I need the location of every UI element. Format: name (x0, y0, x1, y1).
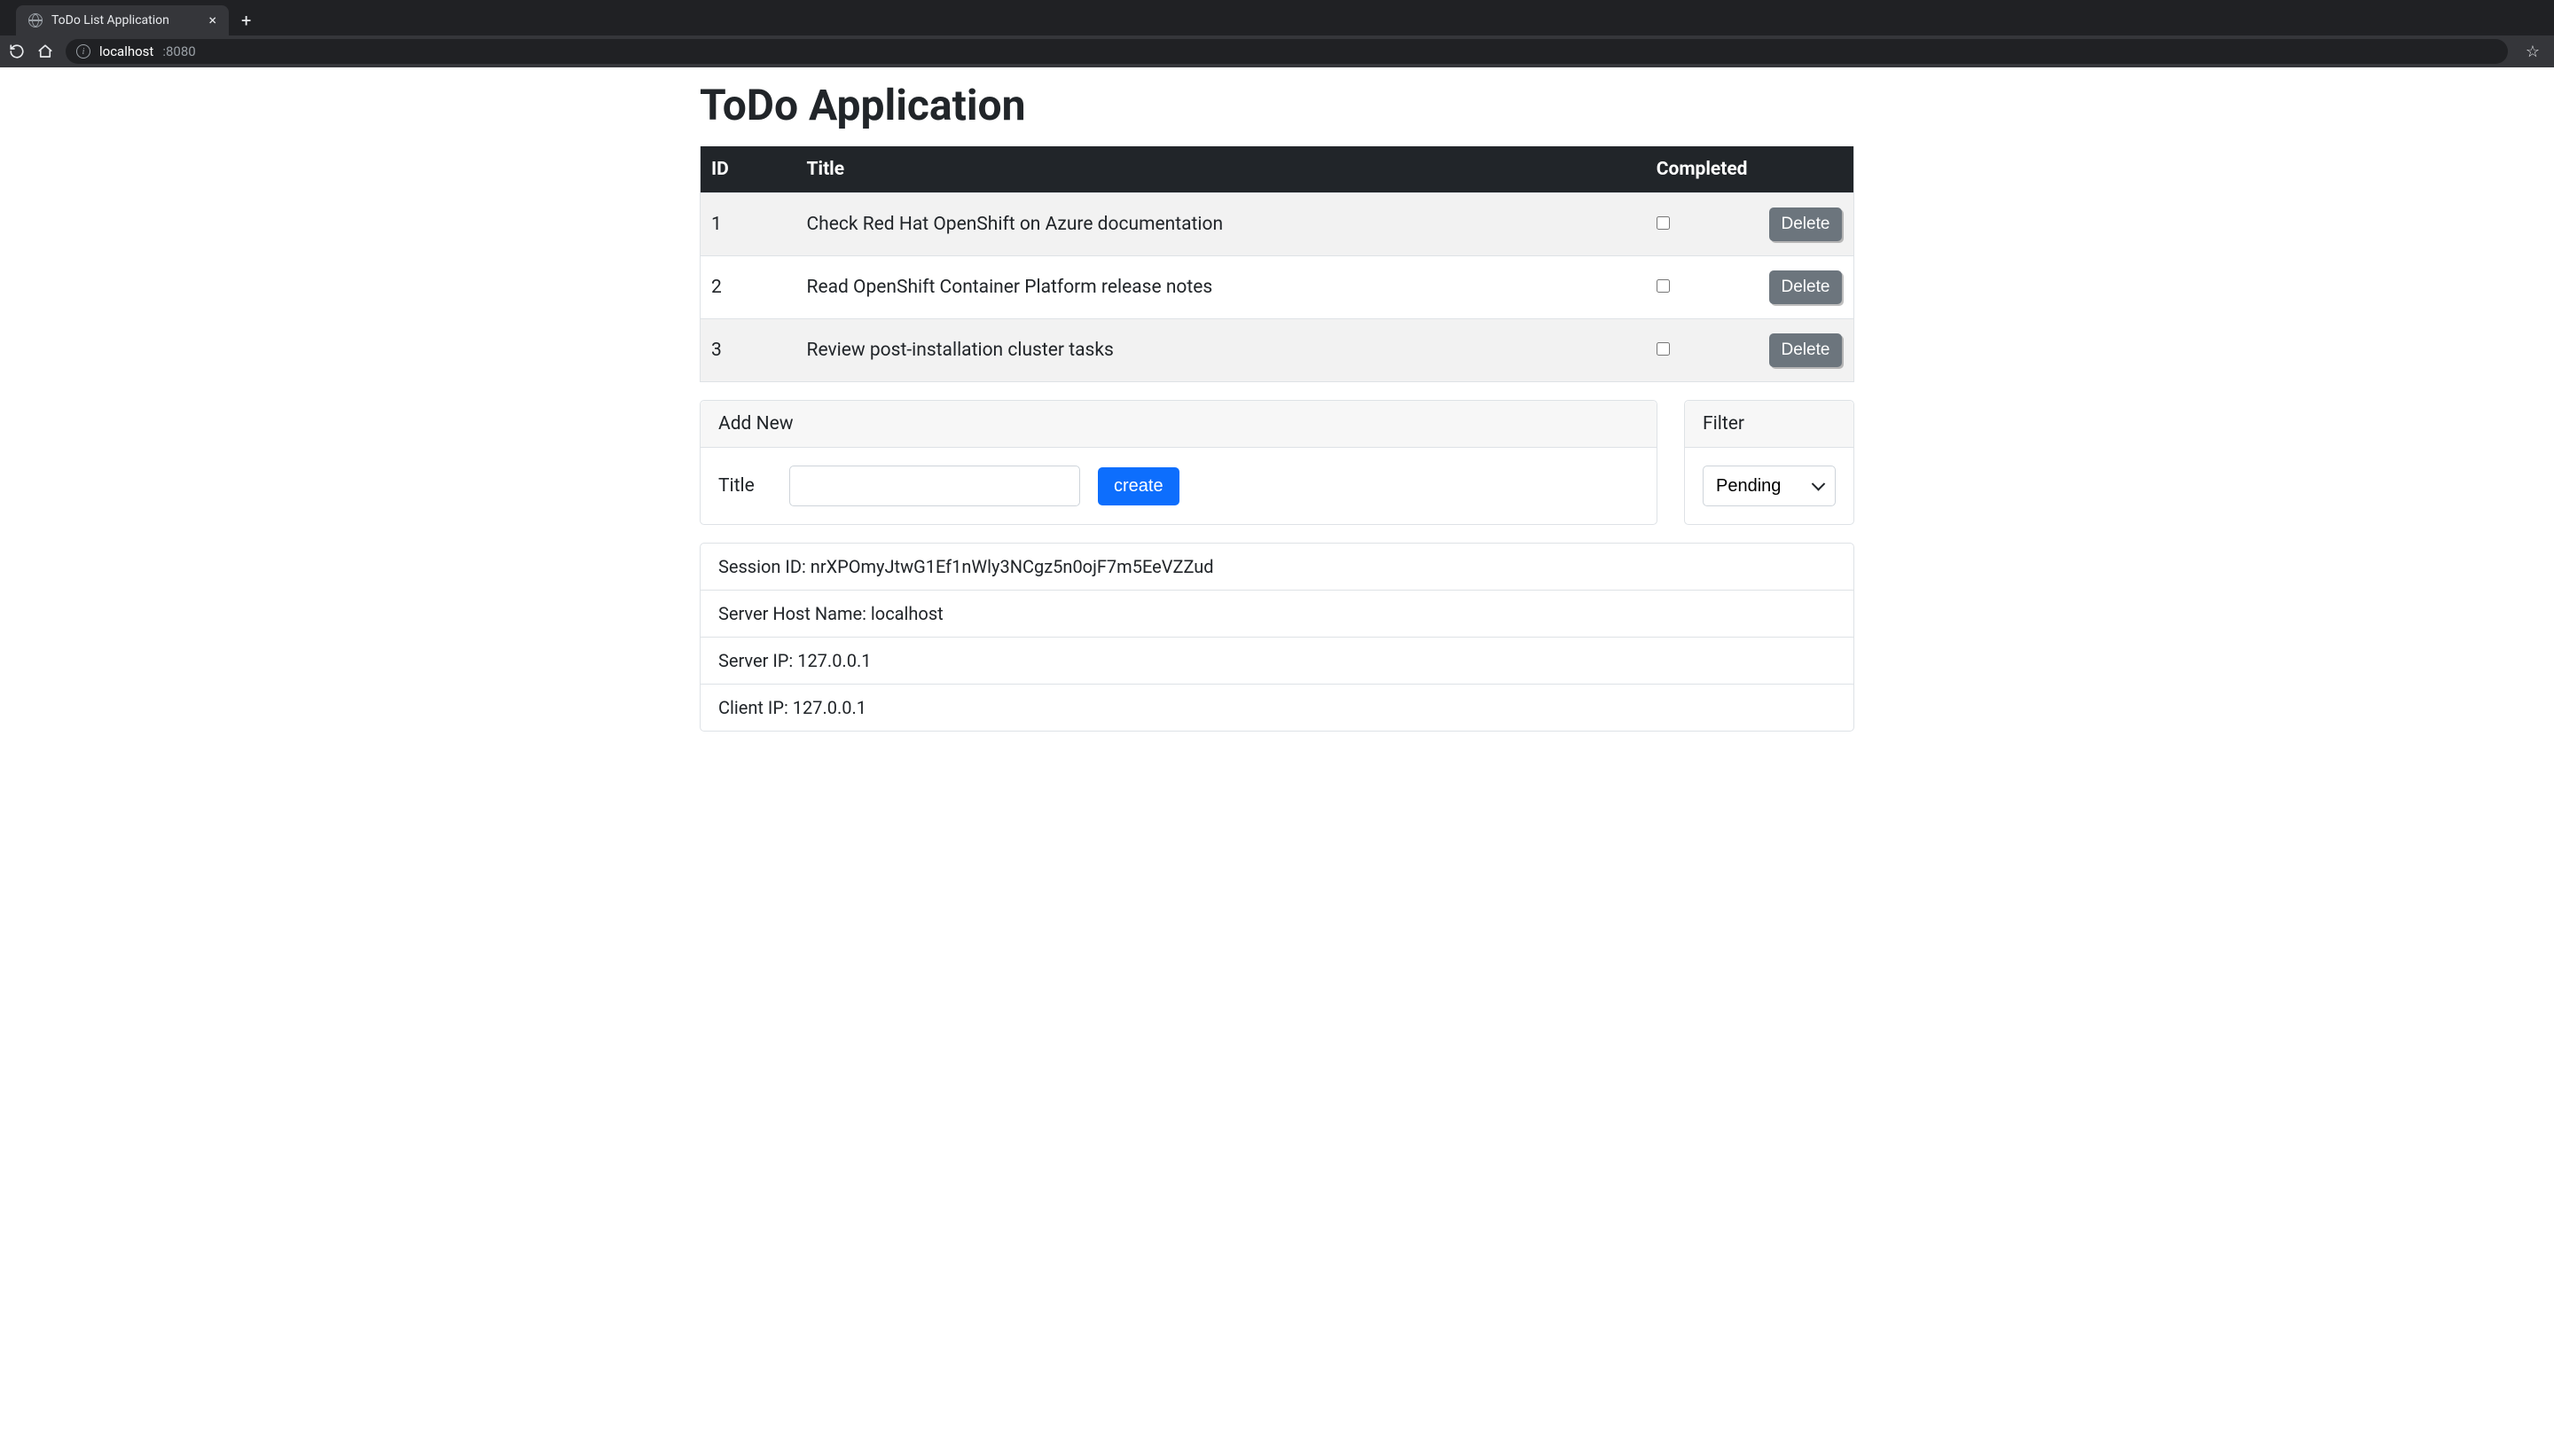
browser-tab[interactable]: ToDo List Application × (16, 5, 229, 35)
filter-select-wrap: Pending (1703, 466, 1836, 506)
delete-button[interactable]: Delete (1769, 270, 1843, 304)
cell-completed (1646, 319, 1759, 382)
browser-chrome: ToDo List Application × + i localhost :80… (0, 0, 2554, 67)
cell-delete: Delete (1759, 319, 1854, 382)
globe-icon (28, 13, 43, 27)
site-info-icon[interactable]: i (76, 44, 90, 59)
info-client-ip: Client IP: 127.0.0.1 (701, 684, 1853, 731)
tab-bar: ToDo List Application × + (0, 0, 2554, 35)
create-button[interactable]: create (1098, 467, 1179, 505)
completed-checkbox[interactable] (1657, 279, 1670, 293)
url-port: :8080 (162, 43, 195, 59)
filter-select[interactable]: Pending (1703, 466, 1836, 506)
table-row: 1 Check Red Hat OpenShift on Azure docum… (701, 193, 1854, 256)
cell-id: 1 (701, 193, 796, 256)
col-header-title: Title (796, 146, 1646, 193)
cell-id: 2 (701, 256, 796, 319)
filter-card: Filter Pending (1684, 400, 1854, 525)
title-label: Title (718, 475, 772, 497)
info-list: Session ID: nrXPOmyJtwG1Ef1nWly3NCgz5n0o… (700, 543, 1854, 732)
home-icon[interactable] (37, 43, 53, 59)
todo-table: ID Title Completed 1 Check Red Hat OpenS… (700, 146, 1854, 382)
bookmark-star-icon[interactable]: ☆ (2520, 43, 2545, 61)
filter-header: Filter (1685, 401, 1853, 448)
info-server-ip: Server IP: 127.0.0.1 (701, 637, 1853, 684)
reload-icon[interactable] (9, 43, 25, 59)
title-input[interactable] (789, 466, 1080, 506)
page-title: ToDo Application (700, 80, 1854, 130)
cell-title: Review post-installation cluster tasks (796, 319, 1646, 382)
info-server-host: Server Host Name: localhost (701, 590, 1853, 637)
tab-title: ToDo List Application (51, 13, 200, 27)
cell-completed (1646, 193, 1759, 256)
cell-title: Check Red Hat OpenShift on Azure documen… (796, 193, 1646, 256)
cards-row: Add New Title create Filter Pending (700, 400, 1854, 525)
add-new-header: Add New (701, 401, 1657, 448)
info-session-id: Session ID: nrXPOmyJtwG1Ef1nWly3NCgz5n0o… (701, 544, 1853, 590)
url-host: localhost (99, 43, 153, 59)
page-container: ToDo Application ID Title Completed 1 Ch… (698, 80, 1856, 732)
completed-checkbox[interactable] (1657, 342, 1670, 356)
table-row: 2 Read OpenShift Container Platform rele… (701, 256, 1854, 319)
completed-checkbox[interactable] (1657, 216, 1670, 230)
cell-delete: Delete (1759, 256, 1854, 319)
add-new-form: Title create (718, 466, 1639, 506)
delete-button[interactable]: Delete (1769, 333, 1843, 367)
add-new-card: Add New Title create (700, 400, 1657, 525)
address-bar: i localhost :8080 ☆ (0, 35, 2554, 67)
url-field[interactable]: i localhost :8080 (66, 39, 2508, 64)
cell-title: Read OpenShift Container Platform releas… (796, 256, 1646, 319)
cell-id: 3 (701, 319, 796, 382)
cell-delete: Delete (1759, 193, 1854, 256)
close-icon[interactable]: × (208, 13, 216, 27)
cell-completed (1646, 256, 1759, 319)
col-header-delete (1759, 146, 1854, 193)
table-row: 3 Review post-installation cluster tasks… (701, 319, 1854, 382)
delete-button[interactable]: Delete (1769, 207, 1843, 241)
col-header-id: ID (701, 146, 796, 193)
col-header-completed: Completed (1646, 146, 1759, 193)
new-tab-button[interactable]: + (229, 5, 263, 35)
